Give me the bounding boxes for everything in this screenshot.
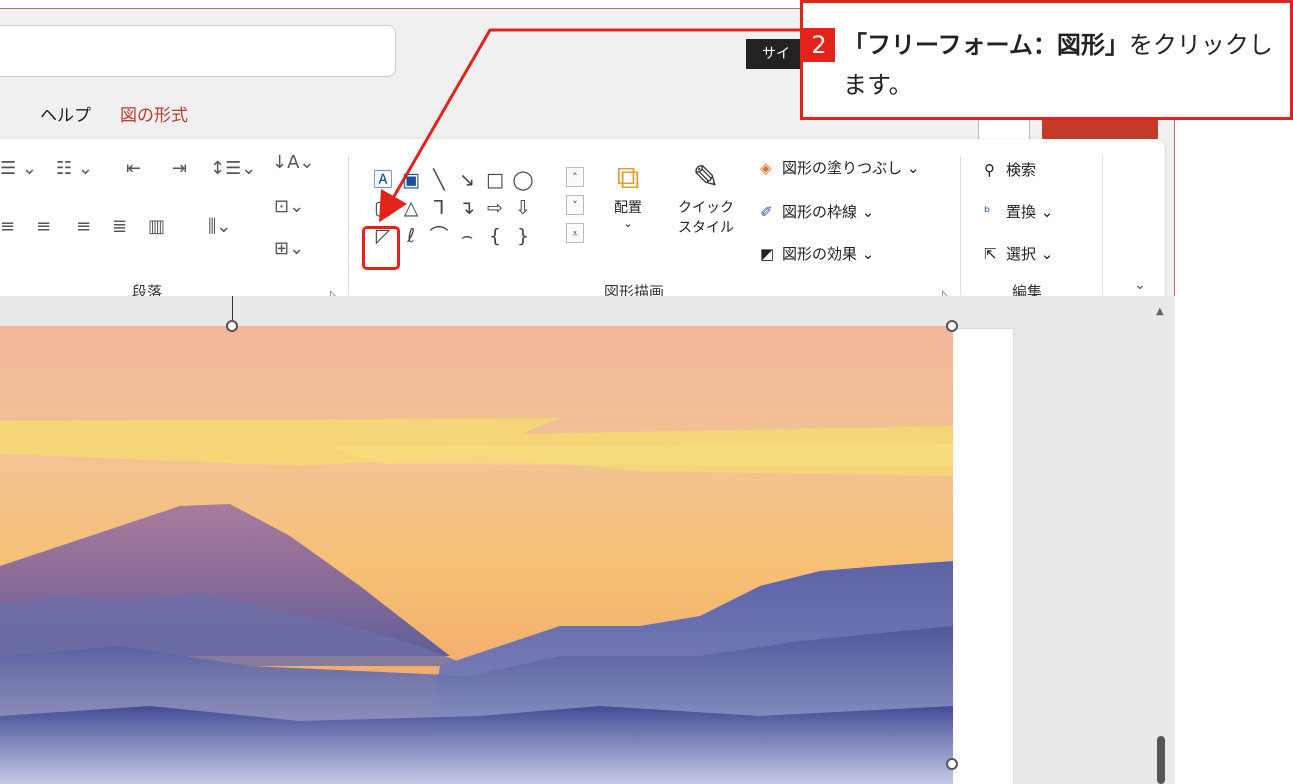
shape-fill-button[interactable]: ◈ 図形の塗りつぶし ⌄ xyxy=(760,157,920,178)
comments-button[interactable] xyxy=(978,117,1030,141)
replace-icon: ᵇ xyxy=(984,203,991,221)
share-button[interactable] xyxy=(1042,117,1158,141)
columns-icon[interactable]: ⫼⌄ xyxy=(208,217,231,237)
instruction-callout: 2 「フリーフォーム：図形」をクリックします。 xyxy=(800,0,1293,120)
pen-icon: ✐ xyxy=(760,203,773,221)
bullets-icon[interactable]: ☰ ⌄ xyxy=(0,159,37,179)
separator xyxy=(348,155,349,295)
effects-icon: ◩ xyxy=(760,245,775,263)
increase-indent-icon[interactable]: ⇥ xyxy=(172,159,187,179)
app-window: サイ ヘルプ 図の形式 ☰ ⌄ ☷ ⌄ ⇤ ⇥ ↕☰⌄ ↓A⌄ ≡ ≡ ≡ ≣ … xyxy=(0,0,1293,784)
arrange-button[interactable]: ⧉ 配置 ⌄ xyxy=(600,157,656,230)
arrow-line-icon[interactable]: ↘ xyxy=(456,169,478,191)
down-arrow-icon[interactable]: ⇩ xyxy=(512,197,534,219)
quick-style-label-2: スタイル xyxy=(678,220,734,236)
chevron-down-icon: ⌄ xyxy=(623,217,633,230)
right-brace-icon[interactable]: } xyxy=(512,225,534,247)
vertical-textbox-icon[interactable]: ▣ xyxy=(400,169,422,191)
smartart-icon[interactable]: ⊞⌄ xyxy=(274,239,304,259)
select-label: 選択 xyxy=(1006,245,1037,263)
distributed-icon[interactable]: ▥ xyxy=(148,217,165,237)
fuji-landscape-image xyxy=(0,326,953,784)
shape-outline-button[interactable]: ✐ 図形の枠線 ⌄ xyxy=(760,201,874,222)
shape-effects-button[interactable]: ◩ 図形の効果 ⌄ xyxy=(760,243,874,264)
scrollbar-thumb[interactable] xyxy=(1157,736,1165,784)
tab-picture-format[interactable]: 図の形式 xyxy=(120,101,188,126)
scroll-up-icon[interactable]: ▲ xyxy=(1156,306,1164,317)
align-text-icon[interactable]: ⊡⌄ xyxy=(274,197,304,217)
callout-text: 「フリーフォーム：図形」をクリックします。 xyxy=(843,25,1283,105)
select-button[interactable]: ⇱ 選択 ⌄ xyxy=(984,243,1053,264)
shape-fill-label: 図形の塗りつぶし xyxy=(782,159,903,177)
resize-handle-top-right[interactable] xyxy=(946,320,958,332)
collapse-ribbon-icon[interactable]: ⌄ xyxy=(1134,275,1146,295)
align-right-icon[interactable]: ≡ xyxy=(76,217,91,237)
replace-label: 置換 xyxy=(1006,203,1037,221)
line-icon[interactable]: ╲ xyxy=(428,169,450,191)
arrange-icon: ⧉ xyxy=(616,158,640,196)
gallery-scroll-down[interactable]: ˅ xyxy=(566,195,584,215)
gallery-scroll-up[interactable]: ˄ xyxy=(566,167,584,187)
align-center-icon[interactable]: ≡ xyxy=(36,217,51,237)
separator xyxy=(960,155,961,295)
quick-style-label-1: クイック xyxy=(678,200,734,216)
mountain-picture[interactable] xyxy=(0,326,953,784)
search-icon: ⚲ xyxy=(984,161,995,179)
search-box[interactable] xyxy=(0,25,396,77)
triangle-icon[interactable]: △ xyxy=(400,197,422,219)
numbering-icon[interactable]: ☷ ⌄ xyxy=(56,159,93,179)
callout-text-bold: 「フリーフォーム：図形」 xyxy=(843,31,1129,59)
right-arrow-icon[interactable]: ⇨ xyxy=(484,197,506,219)
tooltip: サイ xyxy=(746,39,806,69)
rectangle-icon[interactable]: □ xyxy=(484,169,506,191)
resize-handle-top[interactable] xyxy=(226,320,238,332)
left-brace-icon[interactable]: { xyxy=(484,225,506,247)
find-label: 検索 xyxy=(1006,161,1037,179)
find-button[interactable]: ⚲ 検索 xyxy=(984,159,1036,180)
curve-icon[interactable]: ⌢ xyxy=(456,225,478,247)
align-left-icon[interactable]: ≡ xyxy=(0,217,15,237)
separator xyxy=(1102,155,1103,295)
elbow-connector-icon[interactable]: ⅂ xyxy=(428,197,450,219)
cursor-icon: ⇱ xyxy=(984,245,997,263)
rounded-rect-icon[interactable]: ▢ xyxy=(372,197,394,219)
gallery-more[interactable]: ⩡ xyxy=(566,223,584,243)
textbox-icon[interactable]: 🄰 xyxy=(372,169,394,191)
line-spacing-icon[interactable]: ↕☰⌄ xyxy=(210,159,256,179)
shape-effects-label: 図形の効果 xyxy=(782,245,858,263)
quick-style-icon: ✎ xyxy=(692,158,720,196)
step-number: 2 xyxy=(803,28,835,62)
arc-icon[interactable]: ⌒ xyxy=(428,225,450,247)
arrange-label: 配置 xyxy=(614,200,642,216)
slide-page xyxy=(950,328,1014,784)
justify-icon[interactable]: ≣ xyxy=(112,217,127,237)
quick-style-button[interactable]: ✎ クイック スタイル xyxy=(664,157,748,237)
resize-handle-right[interactable] xyxy=(946,758,958,770)
ribbon: ☰ ⌄ ☷ ⌄ ⇤ ⇥ ↕☰⌄ ↓A⌄ ≡ ≡ ≡ ≣ ▥ ⫼⌄ ⊡⌄ ⊞⌄ 段… xyxy=(0,139,1165,305)
freeform-highlight-box xyxy=(362,226,400,270)
elbow-arrow-icon[interactable]: ↴ xyxy=(456,197,478,219)
shape-outline-label: 図形の枠線 xyxy=(782,203,858,221)
tab-help[interactable]: ヘルプ xyxy=(40,101,91,126)
replace-button[interactable]: ᵇ 置換 ⌄ xyxy=(984,201,1053,222)
oval-icon[interactable]: ◯ xyxy=(512,169,534,191)
paint-bucket-icon: ◈ xyxy=(760,159,772,177)
text-direction-icon[interactable]: ↓A⌄ xyxy=(272,153,314,173)
decrease-indent-icon[interactable]: ⇤ xyxy=(126,159,141,179)
scribble-icon[interactable]: ℓ xyxy=(400,225,422,247)
vertical-scrollbar[interactable]: ▲ xyxy=(1152,296,1170,784)
